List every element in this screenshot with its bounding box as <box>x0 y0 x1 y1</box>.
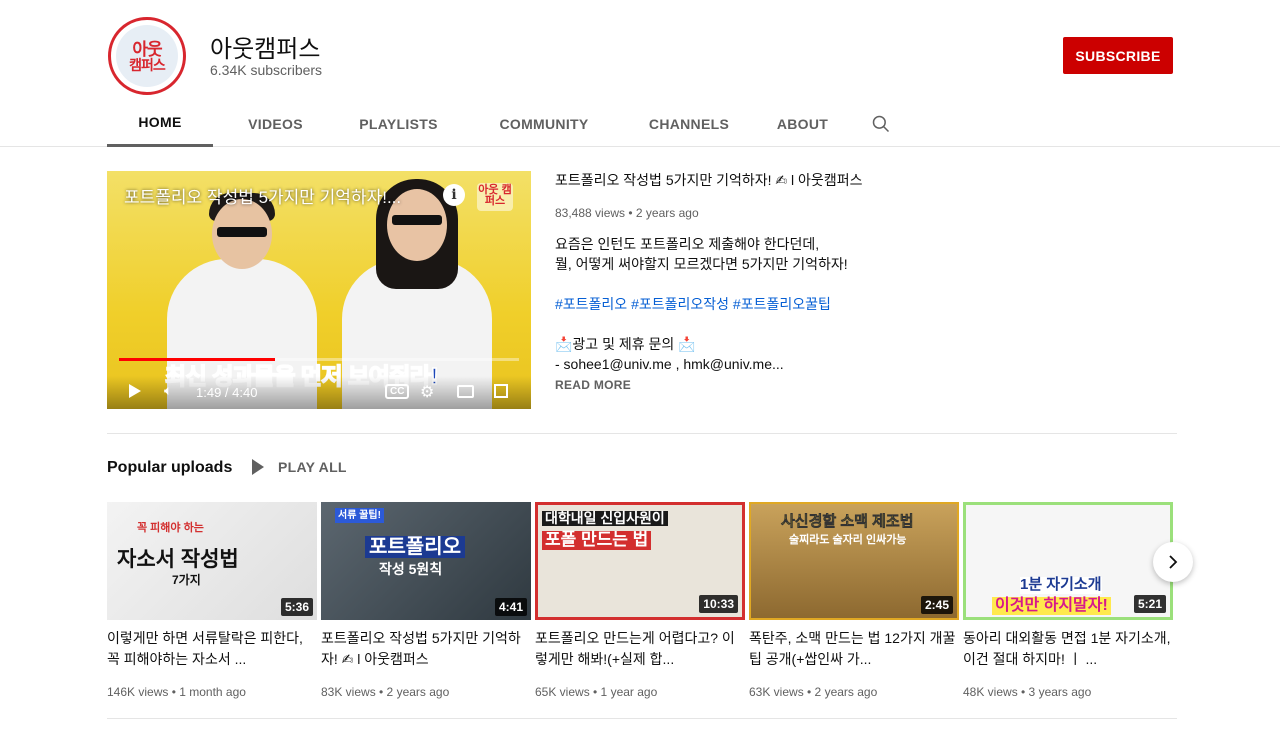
video-title[interactable]: 폭탄주, 소맥 만드는 법 12가지 개꿀팁 공개(+쌉인싸 가... <box>749 628 959 670</box>
contact-info: 📩광고 및 제휴 문의 📩 - sohee1@univ.me , hmk@uni… <box>555 334 1175 374</box>
featured-video-description: 요즘은 인턴도 포트폴리오 제출해야 한다던데, 뭘, 어떻게 써야할지 모르겠… <box>555 234 1175 274</box>
video-duration: 5:36 <box>280 598 313 616</box>
volume-icon[interactable]: 🔈︎ <box>164 382 172 399</box>
thumb-text: 7가지 <box>172 573 201 587</box>
contact-line: - sohee1@univ.me , hmk@univ.me... <box>555 356 784 372</box>
shelf-next-button[interactable] <box>1153 542 1193 582</box>
video-thumbnail[interactable]: 1분 자기소개 이것만 하지말자! 5:21 <box>963 502 1173 620</box>
thumb-text: 작성 5원칙 <box>379 561 443 577</box>
info-icon[interactable]: i <box>443 184 465 206</box>
tab-community[interactable]: COMMUNITY <box>459 100 629 147</box>
thumb-text: 대학내일 신입사원이 <box>542 510 668 527</box>
description-line: 요즘은 인턴도 포트폴리오 제출해야 한다던데, <box>555 236 820 252</box>
section-divider <box>107 718 1177 719</box>
thumb-text: 사신경할 소맥 제조법 <box>781 513 914 530</box>
video-title[interactable]: 포트폴리오 작성법 5가지만 기억하자! ✍ l 아웃캠퍼스 <box>321 628 531 670</box>
video-duration: 2:45 <box>920 596 953 614</box>
search-icon <box>872 115 890 132</box>
channel-header: 아웃 캠퍼스 아웃캠퍼스 6.34K subscribers SUBSCRIBE… <box>0 0 1280 147</box>
thumb-text: 포트폴리오 <box>365 536 465 558</box>
contact-line: 📩광고 및 제휴 문의 📩 <box>555 336 696 352</box>
video-thumbnail[interactable]: 대학내일 신입사원이 포폴 만드는 법 10:33 <box>535 502 745 620</box>
featured-video-info: 포트폴리오 작성법 5가지만 기억하자! ✍ l 아웃캠퍼스 83,488 vi… <box>555 171 1175 392</box>
featured-video-meta: 83,488 views • 2 years ago <box>555 206 699 220</box>
video-title[interactable]: 이렇게만 하면 서류탈락은 피한다, 꼭 피해야하는 자소서 ... <box>107 628 317 670</box>
tab-home[interactable]: HOME <box>107 100 213 147</box>
gear-icon[interactable]: ⚙ <box>420 382 434 402</box>
play-icon <box>252 459 264 475</box>
avatar-text-bottom: 캠퍼스 <box>129 56 166 73</box>
channel-avatar[interactable]: 아웃 캠퍼스 <box>108 17 186 95</box>
fullscreen-icon[interactable] <box>494 384 508 398</box>
video-duration: 5:21 <box>1133 595 1166 613</box>
hashtag-links[interactable]: #포트폴리오 #포트폴리오작성 #포트폴리오꿀팁 <box>555 294 1175 314</box>
video-card[interactable]: 꼭 피해야 하는 자소서 작성법 7가지 5:36 이렇게만 하면 서류탈락은 … <box>107 502 317 699</box>
channel-search-button[interactable] <box>856 100 906 147</box>
featured-video-player[interactable]: 포트폴리오 작성법 5가지만 기억하자!... i 아웃 캠퍼스 최신 성과물을… <box>107 171 531 409</box>
video-thumbnail[interactable]: 꼭 피해야 하는 자소서 작성법 7가지 5:36 <box>107 502 317 620</box>
video-meta: 83K views • 2 years ago <box>321 685 450 699</box>
tab-about[interactable]: ABOUT <box>749 100 856 147</box>
progress-bar[interactable] <box>119 358 519 361</box>
video-card[interactable]: 사신경할 소맥 제조법 술찌라도 술자리 인싸가능 2:45 폭탄주, 소맥 만… <box>749 502 959 699</box>
subscribe-button[interactable]: SUBSCRIBE <box>1063 37 1173 74</box>
chevron-right-icon <box>1169 555 1178 569</box>
channel-tabs: HOME VIDEOS PLAYLISTS COMMUNITY CHANNELS… <box>107 100 906 147</box>
video-thumbnail[interactable]: 사신경할 소맥 제조법 술찌라도 술자리 인싸가능 2:45 <box>749 502 959 620</box>
video-thumbnail[interactable]: 서류 꿀팁! 포트폴리오 작성 5원칙 4:41 <box>321 502 531 620</box>
video-title[interactable]: 동아리 대외활동 면접 1분 자기소개, 이건 절대 하지마! ㅣ ... <box>963 628 1173 670</box>
video-duration: 4:41 <box>494 598 527 616</box>
player-video-title[interactable]: 포트폴리오 작성법 5가지만 기억하자!... <box>124 183 401 208</box>
video-meta: 48K views • 3 years ago <box>963 685 1092 699</box>
featured-video-title[interactable]: 포트폴리오 작성법 5가지만 기억하자! ✍ l 아웃캠퍼스 <box>555 171 1175 189</box>
thumb-text: 서류 꿀팁! <box>335 508 384 523</box>
tab-playlists[interactable]: PLAYLISTS <box>338 100 459 147</box>
read-more-button[interactable]: READ MORE <box>555 378 1175 392</box>
video-card[interactable]: 대학내일 신입사원이 포폴 만드는 법 10:33 포트폴리오 만드는게 어렵다… <box>535 502 745 699</box>
tab-videos[interactable]: VIDEOS <box>213 100 338 147</box>
shelf-title[interactable]: Popular uploads <box>107 459 232 477</box>
video-duration: 10:33 <box>699 595 738 613</box>
channel-name: 아웃캠퍼스 <box>210 36 321 63</box>
video-meta: 65K views • 1 year ago <box>535 685 658 699</box>
video-card[interactable]: 1분 자기소개 이것만 하지말자! 5:21 동아리 대외활동 면접 1분 자기… <box>963 502 1173 699</box>
player-controls: 🔈︎ 1:49 / 4:40 CC ⚙ <box>107 376 531 409</box>
player-time: 1:49 / 4:40 <box>196 385 258 400</box>
avatar-logo: 아웃 캠퍼스 <box>116 25 178 87</box>
thumb-text: 이것만 하지말자! <box>992 597 1111 615</box>
play-icon[interactable] <box>129 384 141 398</box>
thumb-text: 술찌라도 술자리 인싸가능 <box>789 534 907 546</box>
video-card[interactable]: 서류 꿀팁! 포트폴리오 작성 5원칙 4:41 포트폴리오 작성법 5가지만 … <box>321 502 531 699</box>
thumb-text: 꼭 피해야 하는 <box>137 522 204 534</box>
play-all-label: PLAY ALL <box>278 459 347 475</box>
description-line: 뭘, 어떻게 써야할지 모르겠다면 5가지만 기억하자! <box>555 256 848 272</box>
subscriber-count: 6.34K subscribers <box>210 62 323 78</box>
video-meta: 63K views • 2 years ago <box>749 685 878 699</box>
progress-bar-fill <box>119 358 275 361</box>
play-all-button[interactable]: PLAY ALL <box>252 459 347 475</box>
thumb-text: 포폴 만드는 법 <box>542 530 652 550</box>
cast-icon[interactable] <box>457 385 474 398</box>
video-meta: 146K views • 1 month ago <box>107 685 246 699</box>
tab-channels[interactable]: CHANNELS <box>629 100 749 147</box>
thumb-text: 자소서 작성법 <box>117 548 239 571</box>
player-channel-logo: 아웃 캠퍼스 <box>477 183 513 211</box>
thumb-text: 1분 자기소개 <box>1020 576 1102 594</box>
section-divider <box>107 433 1177 434</box>
video-title[interactable]: 포트폴리오 만드는게 어렵다고? 이렇게만 해봐!(+실제 합... <box>535 628 745 670</box>
captions-icon[interactable]: CC <box>385 384 410 399</box>
avatar-text-top: 아웃 <box>132 39 162 59</box>
